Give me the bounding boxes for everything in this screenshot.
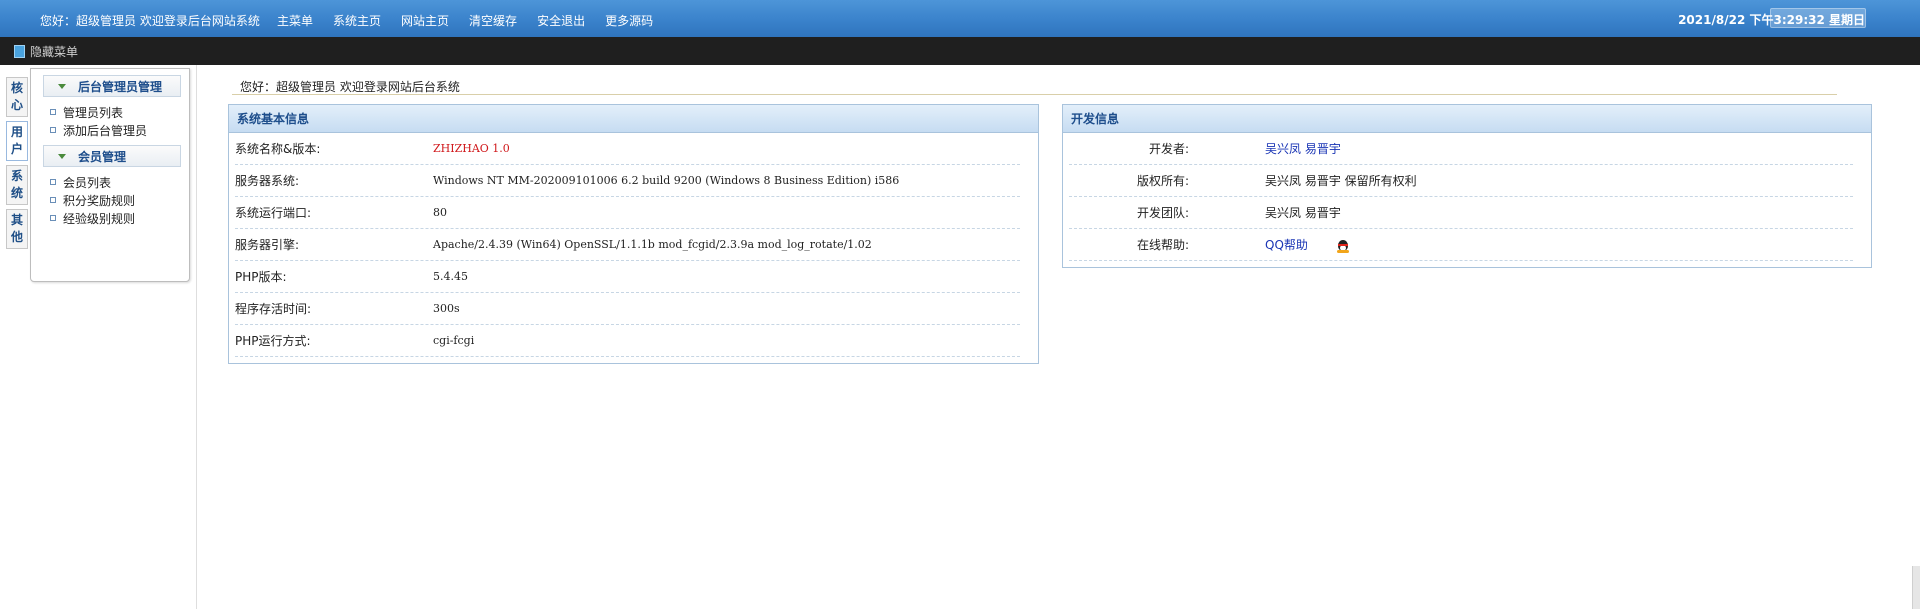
menu-site-home[interactable]: 网站主页 <box>401 12 449 29</box>
info-label: 服务器系统: <box>235 174 300 188</box>
dev-label: 在线帮助: <box>1136 238 1189 252</box>
tab-other-char-2: 他 <box>10 230 23 244</box>
dev-value: 吴兴凤 易晋宇 <box>1265 140 1341 157</box>
tab-users-char-1: 用 <box>10 125 23 139</box>
dev-label: 版权所有: <box>1136 174 1189 188</box>
page-scrollbar[interactable] <box>1912 566 1920 609</box>
info-value: cgi-fcgi <box>433 334 475 347</box>
group-member-manage-title: 会员管理 <box>78 149 127 164</box>
info-value: 5.4.45 <box>433 270 468 283</box>
menu-logout[interactable]: 安全退出 <box>537 12 585 29</box>
tab-system[interactable]: 系 统 <box>6 165 28 205</box>
toolbar-strip: 隐藏菜单 <box>0 37 1920 65</box>
header-greeting: 您好：超级管理员 欢迎登录后台网站系统 <box>40 14 260 28</box>
welcome-divider <box>232 94 1837 95</box>
info-value: ZHIZHAO 1.0 <box>433 142 510 155</box>
dev-value: 吴兴凤 易晋宇 <box>1265 206 1341 220</box>
info-row-server-os: 服务器系统: Windows NT MM-202009101006 6.2 bu… <box>235 165 1020 197</box>
dev-row-team: 开发团队: 吴兴凤 易晋宇 <box>1069 197 1853 229</box>
system-info-panel: 系统基本信息 系统名称&版本: ZHIZHAO 1.0 服务器系统: Windo… <box>228 104 1039 364</box>
info-row-php-mode: PHP运行方式: cgi-fcgi <box>235 325 1020 357</box>
top-menu: 主菜单 系统主页 网站主页 清空缓存 安全退出 更多源码 <box>277 12 673 29</box>
dev-value: 吴兴凤 易晋宇 保留所有权利 <box>1265 174 1417 188</box>
tab-core[interactable]: 核 心 <box>6 77 28 117</box>
info-label: 服务器引擎: <box>235 238 300 252</box>
square-bullet-icon <box>50 109 56 115</box>
info-value: 80 <box>433 206 447 219</box>
tab-core-char-2: 心 <box>10 98 23 112</box>
sidebar: 后台管理员管理 管理员列表 添加后台管理员 会员管理 会员列表 积分奖励规则 经… <box>30 68 190 282</box>
sidebar-item-label: 经验级别规则 <box>63 211 136 226</box>
sidebar-item-label: 积分奖励规则 <box>63 193 136 208</box>
info-row-php-version: PHP版本: 5.4.45 <box>235 261 1020 293</box>
sidebar-item-level-rules[interactable]: 经验级别规则 <box>31 209 189 227</box>
info-value: Apache/2.4.39 (Win64) OpenSSL/1.1.1b mod… <box>433 238 872 251</box>
dev-row-help: 在线帮助: QQ帮助 <box>1069 229 1853 261</box>
dev-value: QQ帮助 <box>1265 236 1350 254</box>
square-bullet-icon <box>50 215 56 221</box>
sidebar-item-admin-list[interactable]: 管理员列表 <box>31 103 189 121</box>
menu-clear-cache[interactable]: 清空缓存 <box>469 12 517 29</box>
square-bullet-icon <box>50 197 56 203</box>
qq-penguin-icon[interactable] <box>1336 237 1350 254</box>
tab-other-char-1: 其 <box>10 213 23 227</box>
square-bullet-icon <box>50 179 56 185</box>
group-admin-manage[interactable]: 后台管理员管理 <box>43 75 181 97</box>
menu-main[interactable]: 主菜单 <box>277 12 313 29</box>
developer-link-2[interactable]: 易晋宇 <box>1305 142 1341 156</box>
sidebar-item-label: 管理员列表 <box>63 105 124 120</box>
tab-users-char-2: 户 <box>10 142 23 156</box>
dev-label: 开发团队: <box>1136 206 1189 220</box>
hide-menu-label: 隐藏菜单 <box>30 45 79 59</box>
welcome-text: 您好：超级管理员 欢迎登录网站后台系统 <box>240 80 460 94</box>
group-admin-manage-title: 后台管理员管理 <box>78 79 163 94</box>
sidebar-item-add-admin[interactable]: 添加后台管理员 <box>31 121 189 139</box>
dev-row-copyright: 版权所有: 吴兴凤 易晋宇 保留所有权利 <box>1069 165 1853 197</box>
info-value: Windows NT MM-202009101006 6.2 build 920… <box>433 174 900 187</box>
datetime: 2021/8/22 下午3:29:32 星期日 <box>1678 13 1865 27</box>
book-icon <box>14 45 25 58</box>
menu-system-home[interactable]: 系统主页 <box>333 12 381 29</box>
info-label: PHP版本: <box>235 270 287 284</box>
info-label: 系统名称&版本: <box>235 142 321 156</box>
info-row-port: 系统运行端口: 80 <box>235 197 1020 229</box>
group-member-manage[interactable]: 会员管理 <box>43 145 181 167</box>
tab-users[interactable]: 用 户 <box>6 121 28 161</box>
triangle-down-icon <box>58 83 66 89</box>
tab-core-char-1: 核 <box>10 81 23 95</box>
info-row-name-version: 系统名称&版本: ZHIZHAO 1.0 <box>235 133 1020 165</box>
triangle-down-icon <box>58 153 66 159</box>
menu-more-source[interactable]: 更多源码 <box>605 12 653 29</box>
info-label: PHP运行方式: <box>235 334 311 348</box>
dev-info-title: 开发信息 <box>1063 105 1871 133</box>
tab-other[interactable]: 其 他 <box>6 209 28 249</box>
vertical-tabs: 核 心 用 户 系 统 其 他 <box>6 77 28 253</box>
hide-menu-button[interactable]: 隐藏菜单 <box>14 43 78 60</box>
sidebar-item-points-rules[interactable]: 积分奖励规则 <box>31 191 189 209</box>
dev-label: 开发者: <box>1148 142 1189 156</box>
developer-link-1[interactable]: 吴兴凤 <box>1265 142 1301 156</box>
info-label: 程序存活时间: <box>235 302 312 316</box>
dev-row-developer: 开发者: 吴兴凤 易晋宇 <box>1069 133 1853 165</box>
tab-system-char-1: 系 <box>10 169 23 183</box>
info-value: 300s <box>433 302 460 315</box>
qq-help-link[interactable]: QQ帮助 <box>1265 238 1308 252</box>
sidebar-item-label: 会员列表 <box>63 175 112 190</box>
sidebar-item-member-list[interactable]: 会员列表 <box>31 173 189 191</box>
system-info-title: 系统基本信息 <box>229 105 1038 133</box>
info-row-engine: 服务器引擎: Apache/2.4.39 (Win64) OpenSSL/1.1… <box>235 229 1020 261</box>
top-header: 您好：超级管理员 欢迎登录后台网站系统 主菜单 系统主页 网站主页 清空缓存 安… <box>0 0 1920 37</box>
info-row-lifetime: 程序存活时间: 300s <box>235 293 1020 325</box>
tab-system-char-2: 统 <box>10 186 23 200</box>
square-bullet-icon <box>50 127 56 133</box>
sidebar-item-label: 添加后台管理员 <box>63 123 148 138</box>
info-label: 系统运行端口: <box>235 206 312 220</box>
sidebar-divider <box>196 65 197 609</box>
dev-info-panel: 开发信息 开发者: 吴兴凤 易晋宇 版权所有: 吴兴凤 易晋宇 保留所有权利 开… <box>1062 104 1872 268</box>
